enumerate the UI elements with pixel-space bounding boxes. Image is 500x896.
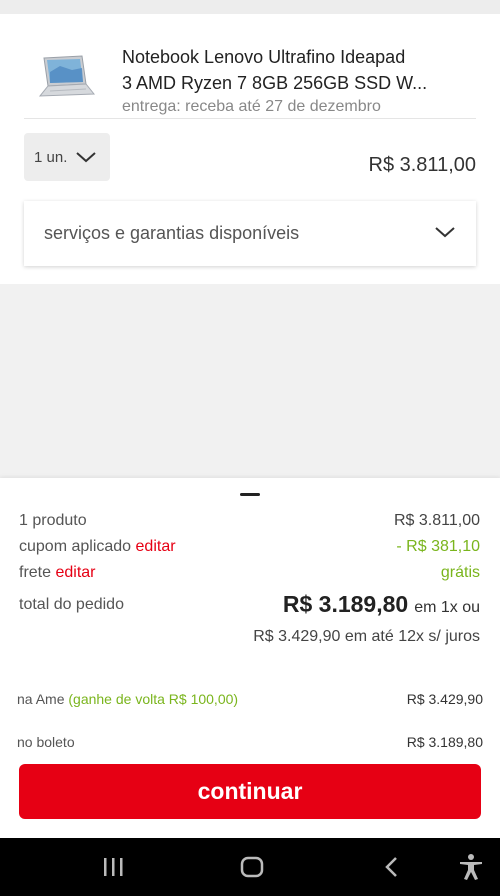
- ame-value: R$ 3.429,90: [406, 691, 483, 707]
- chevron-down-icon: [435, 227, 455, 238]
- coupon-discount: - R$ 381,10: [396, 538, 480, 555]
- ame-row-label: na Ame (ganhe de volta R$ 100,00): [17, 691, 238, 707]
- home-icon[interactable]: [237, 852, 267, 882]
- shipping-row-label: frete editar: [19, 564, 96, 582]
- installments-info: R$ 3.429,90 em até 12x s/ juros: [253, 628, 480, 645]
- order-summary-sheet: 1 produto R$ 3.811,00 cupom aplicado edi…: [0, 478, 500, 838]
- coupon-row-label: cupom aplicado editar: [19, 538, 176, 556]
- ame-label: na Ame: [17, 691, 65, 707]
- product-name-line1: Notebook Lenovo Ultrafino Ideapad: [122, 47, 406, 67]
- quantity-value: 1 un.: [34, 148, 68, 166]
- products-count-label: 1 produto: [19, 512, 87, 529]
- coupon-edit-link[interactable]: editar: [136, 538, 176, 555]
- divider: [24, 118, 476, 119]
- quantity-select[interactable]: 1 un.: [24, 133, 110, 181]
- total-row: R$ 3.189,80 em 1x ou: [283, 591, 480, 618]
- products-subtotal: R$ 3.811,00: [394, 512, 480, 529]
- total-suffix: em 1x ou: [414, 599, 480, 616]
- boleto-label: no boleto: [17, 734, 75, 750]
- product-thumbnail[interactable]: [36, 54, 96, 102]
- product-name-line2: 3 AMD Ryzen 7 8GB 256GB SSD W...: [122, 73, 428, 93]
- back-icon[interactable]: [377, 852, 407, 882]
- shipping-value: grátis: [440, 564, 480, 581]
- chevron-down-icon: [76, 152, 97, 163]
- coupon-label: cupom aplicado: [19, 538, 132, 555]
- android-nav-bar: [0, 838, 500, 896]
- total-label: total do pedido: [19, 596, 124, 613]
- continue-button[interactable]: continuar: [19, 764, 481, 819]
- services-label: serviços e garantias disponíveis: [44, 223, 300, 243]
- shipping-label: frete: [19, 564, 52, 581]
- services-warranty-dropdown[interactable]: serviços e garantias disponíveis: [24, 201, 476, 266]
- recents-icon[interactable]: [98, 852, 128, 882]
- drag-handle[interactable]: [240, 493, 260, 496]
- product-name[interactable]: Notebook Lenovo Ultrafino Ideapad 3 AMD …: [122, 44, 452, 96]
- accessibility-icon[interactable]: [456, 852, 486, 882]
- top-strip: [0, 0, 500, 14]
- total-value: R$ 3.189,80: [282, 591, 409, 617]
- cart-item-card: Notebook Lenovo Ultrafino Ideapad 3 AMD …: [0, 14, 500, 284]
- delivery-info: entrega: receba até 27 de dezembro: [122, 98, 381, 115]
- boleto-value: R$ 3.189,80: [406, 734, 483, 750]
- shipping-edit-link[interactable]: editar: [55, 564, 95, 581]
- item-price: R$ 3.811,00: [368, 154, 477, 176]
- ame-cashback: (ganhe de volta R$ 100,00): [68, 691, 239, 707]
